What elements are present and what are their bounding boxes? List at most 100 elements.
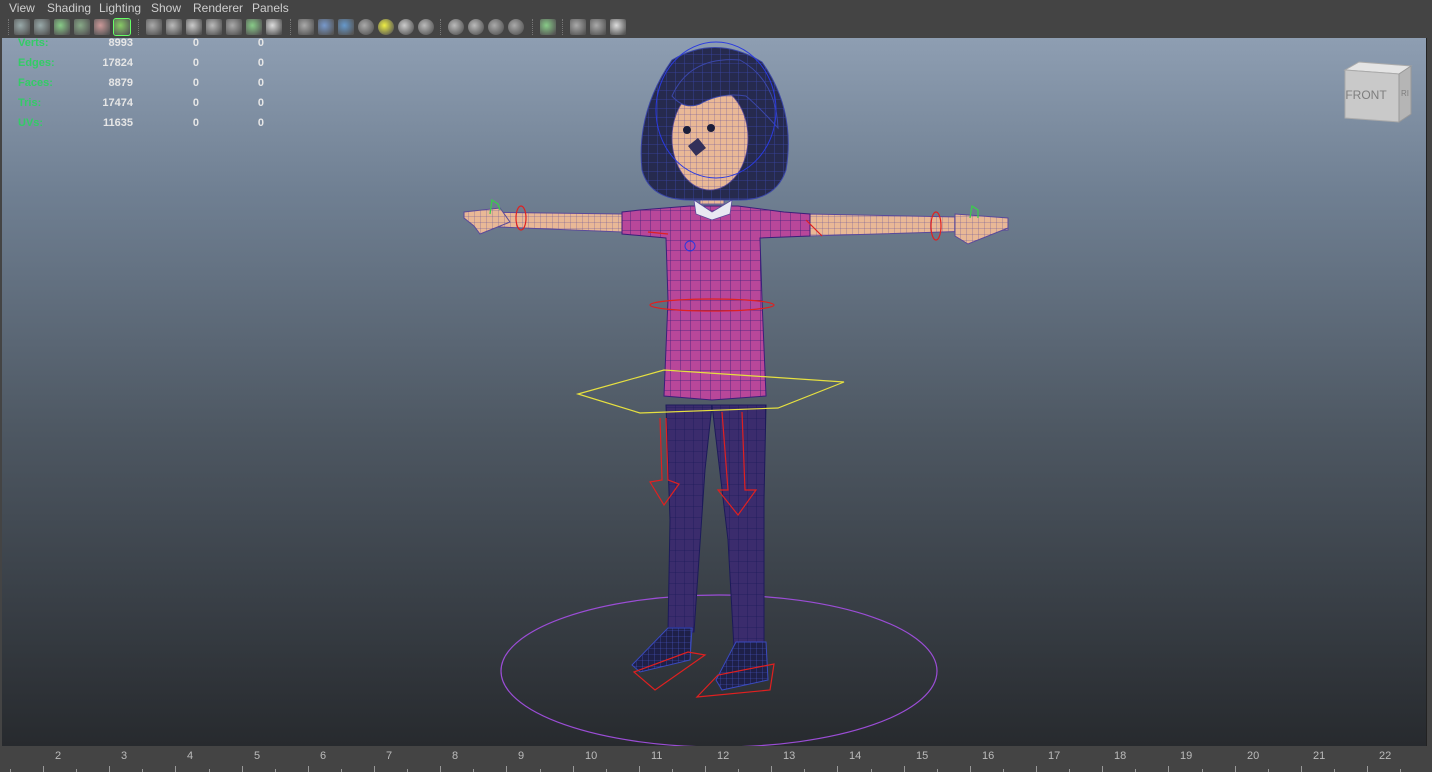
timeline-frame-label: 12: [717, 750, 730, 762]
2d-pan-zoom-icon[interactable]: [94, 19, 110, 35]
timeline-frame-label: 9: [518, 750, 525, 762]
timeline-tick: [771, 766, 772, 772]
isolate-select-icon[interactable]: [540, 19, 556, 35]
timeline-frame-label: 8: [452, 750, 459, 762]
toolbar-separator: [440, 19, 443, 35]
toolbar-separator: [290, 19, 293, 35]
toolbar-separator: [8, 19, 11, 35]
xray-active-components-icon[interactable]: [590, 19, 606, 35]
timeline-frame-label: 13: [783, 750, 796, 762]
timeline-frame-label: 5: [254, 750, 261, 762]
timeline-tick: [308, 766, 309, 772]
motion-blur-icon[interactable]: [468, 19, 484, 35]
wireframe-icon[interactable]: [318, 19, 334, 35]
toolbar-separator: [532, 19, 535, 35]
multisample-aa-icon[interactable]: [488, 19, 504, 35]
timeline-tick: [109, 766, 110, 772]
shadows-icon[interactable]: [418, 19, 434, 35]
timeline-tick: [506, 766, 507, 772]
right-shoe: [715, 641, 769, 691]
timeline-tick: [970, 766, 971, 772]
timeline-tick: [1301, 766, 1302, 772]
timeline-frame-label: 4: [187, 750, 194, 762]
viewport-menu-bar: View Shading Lighting Show Renderer Panels: [0, 0, 1432, 16]
menu-lighting[interactable]: Lighting: [99, 1, 141, 15]
film-gate-icon[interactable]: [186, 19, 202, 35]
timeline-tick: [242, 766, 243, 772]
frame-all-icon[interactable]: [146, 19, 162, 35]
bookmarks-icon[interactable]: [54, 19, 70, 35]
timeline-tick: [1168, 766, 1169, 772]
torso-shirt: [621, 205, 811, 401]
timeline-tick: [1235, 766, 1236, 772]
timeline-frame-label: 14: [849, 750, 862, 762]
timeline-tick: [639, 766, 640, 772]
camera-attributes-icon[interactable]: [34, 19, 50, 35]
timeline-frame-label: 16: [982, 750, 995, 762]
timeline-frame-label: 22: [1379, 750, 1392, 762]
right-hand: [954, 213, 1009, 245]
viewcube-side-label: RI: [1401, 89, 1409, 98]
grid-icon[interactable]: [166, 19, 182, 35]
viewcube-front-label: FRONT: [1345, 88, 1387, 102]
timeline-frame-label: 11: [651, 750, 663, 762]
depth-of-field-icon[interactable]: [508, 19, 524, 35]
safe-title-icon[interactable]: [298, 19, 314, 35]
root-control-circle: [500, 594, 938, 746]
timeline-tick: [1367, 766, 1368, 772]
timeline-frame-label: 18: [1114, 750, 1127, 762]
timeline-tick: [43, 766, 44, 772]
textured-icon[interactable]: [378, 19, 394, 35]
menu-show[interactable]: Show: [151, 1, 181, 15]
timeline-tick: [175, 766, 176, 772]
timeline-frame-label: 15: [916, 750, 929, 762]
right-eye: [707, 124, 715, 132]
left-leg: [665, 404, 713, 633]
menu-view[interactable]: View: [9, 1, 35, 15]
timeline-frame-label: 21: [1313, 750, 1326, 762]
timeline-frame-label: 2: [55, 750, 62, 762]
timeline-frame-label: 19: [1180, 750, 1193, 762]
timeline-tick: [1036, 766, 1037, 772]
grease-pencil-icon[interactable]: [113, 18, 131, 36]
safe-action-icon[interactable]: [266, 19, 282, 35]
viewport-border: [1427, 38, 1432, 746]
menu-panels[interactable]: Panels: [252, 1, 289, 15]
wireframe-on-shaded-icon[interactable]: [358, 19, 374, 35]
timeline-frame-label: 10: [585, 750, 598, 762]
menu-renderer[interactable]: Renderer: [193, 1, 243, 15]
timeline-tick: [1102, 766, 1103, 772]
timeline-frame-label: 7: [386, 750, 393, 762]
timeline-frame-label: 20: [1247, 750, 1260, 762]
timeline-tick: [904, 766, 905, 772]
timeline-tick: [705, 766, 706, 772]
use-all-lights-icon[interactable]: [398, 19, 414, 35]
3d-viewport[interactable]: Verts: 8993 0 0 Edges: 17824 0 0 Faces: 8879 0 0 Tri…: [2, 38, 1427, 746]
smooth-shade-icon[interactable]: [338, 19, 354, 35]
field-chart-icon[interactable]: [246, 19, 262, 35]
gate-mask-icon[interactable]: [226, 19, 242, 35]
left-hand: [463, 207, 511, 235]
character-model[interactable]: [2, 38, 1426, 746]
timeline-tick: [374, 766, 375, 772]
right-leg: [711, 404, 767, 649]
timeline-tick: [573, 766, 574, 772]
toolbar-separator: [138, 19, 141, 35]
timeline-tick: [837, 766, 838, 772]
timeline-tick: [440, 766, 441, 772]
xray-icon[interactable]: [570, 19, 586, 35]
image-plane-icon[interactable]: [74, 19, 90, 35]
timeline-frame-label: 6: [320, 750, 327, 762]
xray-joints-icon[interactable]: [610, 19, 626, 35]
viewport-toolbar: [0, 16, 1432, 38]
resolution-gate-icon[interactable]: [206, 19, 222, 35]
left-eye: [683, 126, 691, 134]
menu-shading[interactable]: Shading: [47, 1, 91, 15]
select-camera-icon[interactable]: [14, 19, 30, 35]
toolbar-separator: [562, 19, 565, 35]
screen-space-ao-icon[interactable]: [448, 19, 464, 35]
left-shoe: [631, 627, 693, 673]
time-slider[interactable]: 2 3 4 5 6 7 8 9 10 11 12 13 14 15 16 17 18 19 20 21 22: [0, 746, 1432, 772]
timeline-frame-label: 17: [1048, 750, 1061, 762]
viewcube[interactable]: FRONT RI: [1339, 60, 1415, 126]
